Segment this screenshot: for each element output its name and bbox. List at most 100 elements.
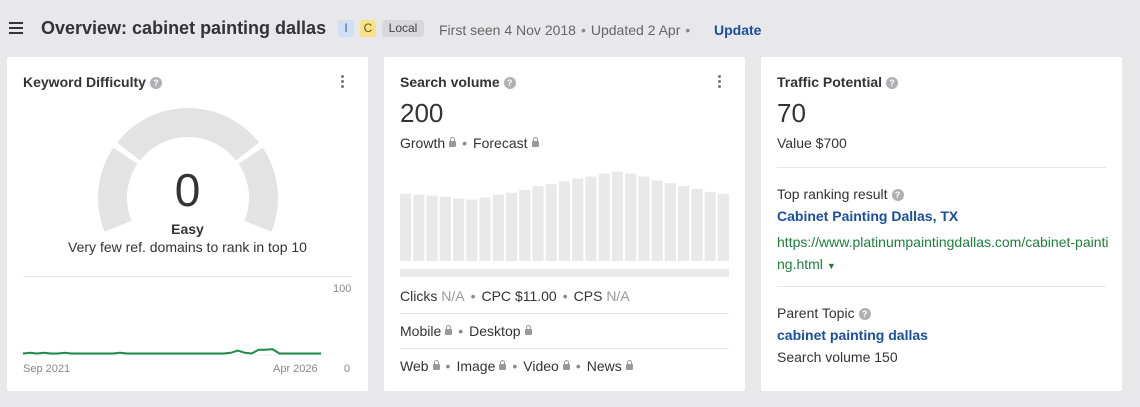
volume-bar[interactable] (479, 197, 491, 261)
volume-bar[interactable] (453, 198, 465, 261)
header-meta: First seen 4 Nov 2018 • Updated 2 Apr • (439, 22, 695, 38)
update-link[interactable]: Update (714, 22, 761, 38)
tp-title-text: Traffic Potential (777, 74, 883, 90)
updated-text: Updated 2 Apr (590, 22, 681, 38)
question-circle-icon[interactable]: ? (886, 77, 899, 89)
volume-bar[interactable] (558, 181, 571, 261)
axis-max-label: 100 (333, 283, 352, 295)
kd-description: Very few ref. domains to rank in top 10 (68, 239, 307, 255)
search-volume-card: Search volume? 200 Growth • Forecast Click… (384, 57, 745, 391)
volume-bar[interactable] (505, 192, 518, 261)
parent-topic-volume: Search volume 150 (777, 349, 898, 365)
separator-dot: • (512, 358, 518, 374)
top-ranking-url-link[interactable]: https://www.platinumpaintingdallas.com/c… (777, 231, 1109, 277)
divider (23, 276, 352, 277)
volume-bar[interactable] (678, 186, 690, 261)
lock-icon (531, 137, 539, 147)
cpc-label: CPC (481, 288, 512, 304)
traffic-potential-value: 70 (777, 98, 806, 128)
keyword-difficulty-card: Keyword Difficulty? 0 Easy Very few ref.… (7, 57, 368, 391)
hamburger-icon[interactable] (9, 22, 23, 34)
device-row: Mobile • Desktop (400, 323, 532, 339)
kd-history-chart[interactable] (23, 281, 323, 357)
lock-icon (499, 360, 507, 370)
desktop-label[interactable]: Desktop (469, 323, 520, 339)
volume-bar[interactable] (439, 196, 451, 261)
volume-bar[interactable] (572, 178, 584, 261)
forecast-label[interactable]: Forecast (473, 135, 527, 151)
volume-bar[interactable] (691, 189, 703, 261)
intent-badge-commercial: C (360, 20, 376, 37)
search-volume-chart[interactable] (400, 165, 729, 277)
lock-icon (432, 360, 440, 370)
volume-bar[interactable] (426, 195, 438, 261)
top-ranking-title-link[interactable]: Cabinet Painting Dallas, TX (777, 208, 958, 224)
volume-bar[interactable] (492, 194, 504, 261)
parent-topic-label: Parent Topic? (777, 305, 871, 321)
volume-bar[interactable] (717, 193, 729, 261)
volume-bar[interactable] (519, 190, 531, 261)
kebab-vertical-icon[interactable] (718, 75, 722, 89)
growth-forecast-row: Growth • Forecast (400, 135, 539, 151)
parent-topic-link[interactable]: cabinet painting dallas (777, 327, 928, 343)
web-label[interactable]: Web (400, 358, 429, 374)
volume-bar[interactable] (532, 186, 544, 261)
kebab-vertical-icon[interactable] (341, 75, 345, 89)
separator-dot: • (470, 288, 476, 304)
caret-down-icon[interactable]: ▼ (827, 261, 836, 271)
volume-bar[interactable] (413, 194, 425, 261)
search-volume-value: 200 (400, 98, 444, 128)
volume-bar[interactable] (625, 173, 637, 261)
volume-bar[interactable] (400, 193, 412, 261)
traffic-potential-card: Traffic Potential? 70 Value $700 Top ran… (761, 57, 1122, 391)
search-type-row: Web • Image • Video • News (400, 358, 633, 374)
volume-bar[interactable] (704, 191, 716, 261)
intent-badge-informational: I (338, 20, 354, 37)
divider (777, 286, 1106, 287)
cps-value: N/A (606, 288, 630, 304)
question-circle-icon[interactable]: ? (858, 308, 871, 320)
date-end-label: Apr 2026 (273, 363, 318, 375)
kd-history-line (23, 348, 321, 355)
page-title: Overview: cabinet painting dallas (41, 18, 327, 38)
volume-bar[interactable] (466, 199, 478, 261)
volume-bar[interactable] (651, 180, 663, 261)
volume-bar[interactable] (611, 171, 623, 261)
top-ranking-label: Top ranking result? (777, 186, 904, 202)
separator-dot: • (462, 135, 468, 151)
card-title: Traffic Potential? (777, 74, 899, 90)
chart-scrollbar[interactable] (400, 269, 729, 277)
separator-dot: • (562, 288, 568, 304)
clicks-value: N/A (441, 288, 465, 304)
card-title: Search volume? (400, 74, 516, 90)
video-label[interactable]: Video (523, 358, 559, 374)
gauge-segment-middle (117, 107, 259, 161)
kd-score: 0 (174, 164, 201, 216)
lock-icon (445, 325, 453, 335)
question-circle-icon[interactable]: ? (503, 77, 516, 89)
axis-min-label: 0 (344, 363, 351, 375)
date-start-label: Sep 2021 (23, 363, 71, 375)
separator-dot: • (685, 22, 691, 38)
lock-icon (625, 360, 633, 370)
volume-bar[interactable] (545, 184, 557, 261)
cpc-value: $11.00 (514, 288, 557, 304)
cps-label: CPS (573, 288, 603, 304)
volume-bar[interactable] (664, 183, 676, 261)
card-title: Keyword Difficulty? (23, 74, 162, 90)
volume-bar[interactable] (638, 176, 650, 262)
volume-bar[interactable] (585, 176, 597, 262)
lock-icon (524, 325, 532, 335)
news-label[interactable]: News (587, 358, 622, 374)
top-ranking-label-text: Top ranking result (777, 186, 888, 202)
image-label[interactable]: Image (456, 358, 495, 374)
question-circle-icon[interactable]: ? (149, 77, 162, 89)
divider (400, 348, 729, 349)
metrics-row: Clicks N/A • CPC $11.00 • CPS N/A (400, 288, 630, 304)
mobile-label[interactable]: Mobile (400, 323, 441, 339)
kd-title-text: Keyword Difficulty (23, 74, 146, 90)
growth-label[interactable]: Growth (400, 135, 445, 151)
question-circle-icon[interactable]: ? (891, 189, 904, 201)
volume-bar[interactable] (598, 173, 610, 261)
divider (400, 313, 729, 314)
